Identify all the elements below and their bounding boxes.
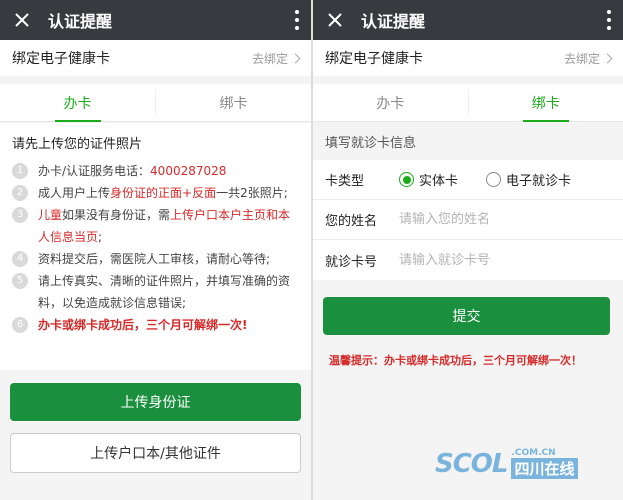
- card-number-input[interactable]: [399, 252, 589, 268]
- watermark-domain: .COM.CN: [511, 448, 556, 458]
- page-title: 认证提醒: [48, 12, 113, 31]
- radio-electronic-card[interactable]: 电子就诊卡: [486, 170, 571, 189]
- upload-id-button[interactable]: 上传身份证: [10, 383, 301, 421]
- instructions-card: 请先上传您的证件照片 1 办卡/认证服务电话：4000287028 2 成人用户…: [0, 123, 311, 370]
- tab-bar: 办卡 绑卡: [0, 84, 311, 122]
- radio-icon: [486, 172, 502, 187]
- instructions-heading: 请先上传您的证件照片: [12, 137, 143, 152]
- step-highlight: 儿童: [38, 208, 63, 222]
- bind-health-card-label: 绑定电子健康卡: [12, 51, 110, 67]
- right-screen: 认证提醒 绑定电子健康卡 去绑定 办卡 绑卡 填写就诊卡信息 卡类型 实体卡 电…: [313, 0, 623, 500]
- radio-label: 电子就诊卡: [506, 174, 572, 189]
- chevron-right-icon: [602, 53, 613, 63]
- name-row: 您的姓名: [313, 200, 623, 240]
- radio-label: 实体卡: [419, 174, 459, 189]
- list-item: 3 儿童如果没有身份证，需上传户口本户主页和本人信息当页;: [12, 204, 299, 248]
- title-bar: 认证提醒: [313, 0, 623, 40]
- go-bind-link[interactable]: 去绑定: [563, 50, 613, 67]
- watermark-brand: SCOL: [435, 448, 508, 479]
- name-label: 您的姓名: [325, 214, 378, 229]
- more-icon[interactable]: [607, 10, 611, 30]
- more-icon[interactable]: [295, 10, 299, 30]
- warm-tip: 温馨提示：办卡或绑卡成功后，三个月可解绑一次！: [329, 354, 582, 367]
- bind-health-card-row[interactable]: 绑定电子健康卡 去绑定: [313, 40, 623, 76]
- step-number: 2: [12, 185, 28, 201]
- close-icon[interactable]: [313, 0, 357, 40]
- submit-button[interactable]: 提交: [323, 297, 610, 335]
- step-highlight: 办卡或绑卡成功后，三个月可解绑一次!: [38, 318, 248, 332]
- bind-health-card-label: 绑定电子健康卡: [325, 51, 423, 67]
- section-label: 填写就诊卡信息: [325, 135, 417, 151]
- step-text: 请上传真实、清晰的证件照片，并填写准确的资料，以免造成就诊信息错误;: [38, 274, 291, 310]
- step-text: 资料提交后，需医院人工审核，请耐心等待;: [38, 252, 271, 266]
- radio-icon: [399, 172, 414, 187]
- list-item: 2 成人用户上传身份证的正面+反面一共2张照片;: [12, 182, 299, 204]
- step-text: 如果没有身份证，需: [62, 208, 171, 222]
- upload-other-docs-button[interactable]: 上传户口本/其他证件: [10, 433, 301, 473]
- step-number: 3: [12, 207, 28, 223]
- title-bar: 认证提醒: [0, 0, 311, 40]
- step-text: 办卡/认证服务电话：: [38, 164, 151, 178]
- list-item: 5 请上传真实、清晰的证件照片，并填写准确的资料，以免造成就诊信息错误;: [12, 270, 299, 314]
- step-number: 1: [12, 163, 28, 179]
- tab-bind-card[interactable]: 绑卡: [469, 84, 623, 122]
- service-phone[interactable]: 4000287028: [150, 164, 226, 178]
- step-text: 成人用户上传: [38, 186, 111, 200]
- step-number: 4: [12, 251, 28, 267]
- card-number-row: 就诊卡号: [313, 240, 623, 280]
- radio-physical-card[interactable]: 实体卡: [399, 170, 458, 189]
- step-number: 6: [12, 317, 28, 333]
- card-number-label: 就诊卡号: [325, 254, 378, 270]
- chevron-right-icon: [290, 53, 301, 63]
- card-type-row: 卡类型 实体卡 电子就诊卡: [313, 160, 623, 200]
- card-info-form: 卡类型 实体卡 电子就诊卡 您的姓名 就诊卡号: [313, 160, 623, 280]
- tab-bar: 办卡 绑卡: [313, 84, 623, 122]
- tab-apply-card[interactable]: 办卡: [0, 84, 155, 122]
- watermark-name: 四川在线: [511, 458, 578, 479]
- tab-apply-card[interactable]: 办卡: [313, 84, 468, 121]
- page-title: 认证提醒: [361, 12, 426, 31]
- go-bind-label: 去绑定: [251, 51, 288, 66]
- close-icon[interactable]: [0, 0, 44, 40]
- name-input[interactable]: [399, 212, 589, 227]
- step-number: 5: [12, 273, 28, 289]
- watermark-logo: SCOL .COM.CN 四川在线: [435, 448, 578, 479]
- list-item: 6 办卡或绑卡成功后，三个月可解绑一次!: [12, 314, 299, 336]
- go-bind-link[interactable]: 去绑定: [251, 50, 301, 67]
- list-item: 4 资料提交后，需医院人工审核，请耐心等待;: [12, 248, 299, 270]
- card-type-label: 卡类型: [325, 174, 365, 189]
- tab-bind-card[interactable]: 绑卡: [156, 84, 311, 121]
- step-highlight: 身份证的正面+反面: [110, 186, 217, 200]
- go-bind-label: 去绑定: [563, 51, 600, 66]
- list-item: 1 办卡/认证服务电话：4000287028: [12, 160, 299, 182]
- bind-health-card-row[interactable]: 绑定电子健康卡 去绑定: [0, 40, 311, 76]
- left-screen: 认证提醒 绑定电子健康卡 去绑定 办卡 绑卡 请先上传您的证件照片 1 办卡/认…: [0, 0, 311, 500]
- step-text: ;: [98, 230, 103, 244]
- step-text: 一共2张照片;: [216, 186, 288, 200]
